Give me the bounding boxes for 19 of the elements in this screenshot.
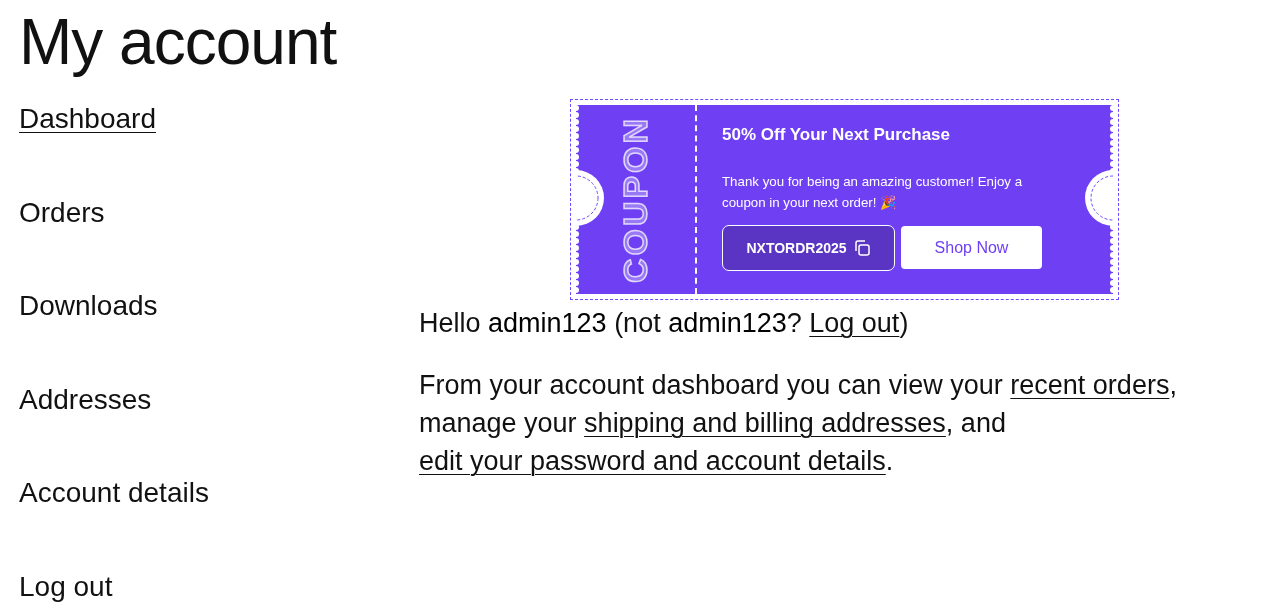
copy-icon [852,239,871,257]
nav-link[interactable]: Addresses [19,381,152,475]
nav-link[interactable]: Orders [19,194,105,288]
coupon-title: 50% Off Your Next Purchase [722,125,951,145]
text-link[interactable]: recent orders [1010,370,1170,400]
greeting-text: Hello admin123 (not admin123? Log out) [419,307,910,340]
nav-link[interactable]: Account details [19,475,209,569]
text-link[interactable]: Log out [809,308,900,338]
nav-link[interactable]: Downloads [19,288,158,382]
text-link[interactable]: shipping and billing addresses [584,408,946,438]
page-title: My account [18,5,338,77]
coupon-message: Thank you for being an amazing customer! Enjoy a coupon in your next order! 🎉 [722,173,1024,212]
nav-link[interactable]: Log out [19,568,113,615]
coupon-code-button[interactable]: NXTORDR2025 [722,225,895,271]
intro-text: From your account dashboard you can view your recent orders, manage your shipping and billing addresses, and edit your password and account details. [419,369,1178,478]
nav-link[interactable]: Dashboard [19,101,156,195]
coupon-stub-label: COUPON [616,115,655,284]
shop-now-button[interactable]: Shop Now [901,226,1042,269]
text-link[interactable]: edit your password and account details [419,446,886,476]
